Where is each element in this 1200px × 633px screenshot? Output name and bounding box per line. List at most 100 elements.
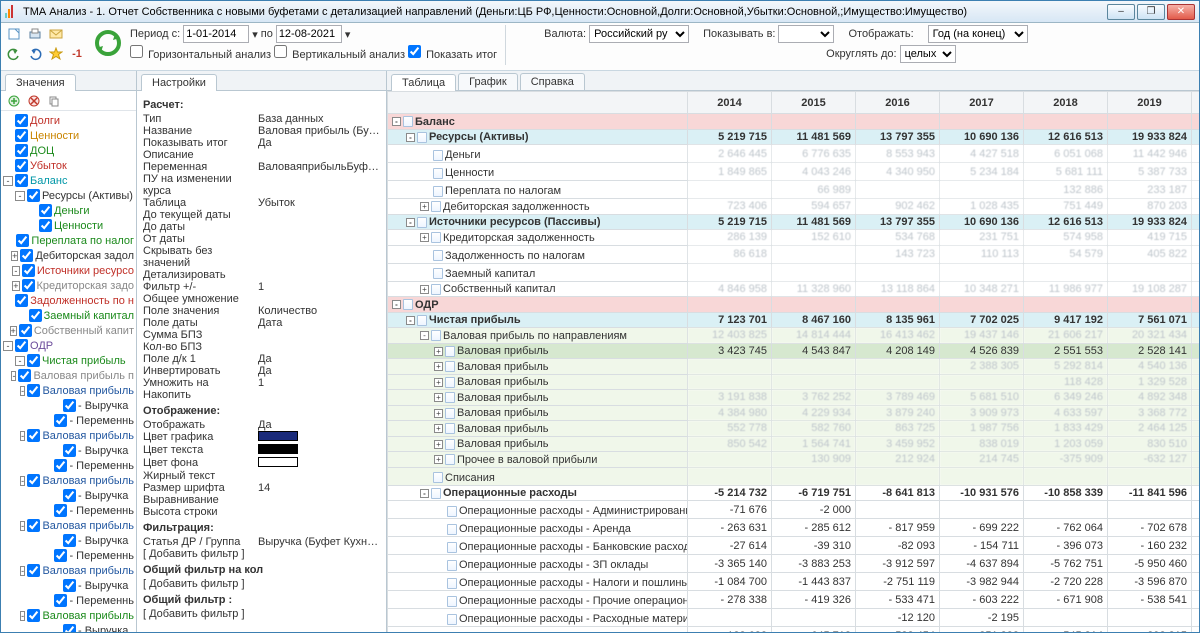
table-row[interactable]: Операционные расходы - Налоги и пошлины-… [388, 573, 1200, 591]
horizontal-analysis-checkbox[interactable]: Горизонтальный анализ [130, 45, 271, 61]
date-to-input[interactable] [276, 25, 342, 43]
prop-row[interactable]: Жирный текст [143, 470, 380, 482]
tree-node[interactable]: - Переменнь [3, 503, 134, 518]
tree-checkbox[interactable] [54, 504, 67, 517]
tree-node[interactable]: +Собственный капит [3, 323, 134, 338]
prop-row[interactable]: От даты [143, 233, 380, 245]
tree-node[interactable]: - Выручка [3, 623, 134, 632]
display-select[interactable]: Год (на конец) [928, 25, 1028, 43]
table-row[interactable]: Операционные расходы - Расходы на ПО- 12… [388, 627, 1200, 633]
date-from-input[interactable] [183, 25, 249, 43]
table-row[interactable]: -Ресурсы (Активы)5 219 71511 481 56913 7… [388, 129, 1200, 145]
properties-list[interactable]: Расчет:ТипБаза данныхНазваниеВаловая при… [137, 91, 386, 632]
tree-checkbox[interactable] [15, 114, 28, 127]
tree-node[interactable]: +Дебиторская задол [3, 248, 134, 263]
expander-icon[interactable]: + [11, 251, 18, 261]
tree-node[interactable]: - Переменнь [3, 548, 134, 563]
col-header[interactable] [388, 92, 688, 114]
expander-icon[interactable]: + [434, 409, 443, 418]
tree-node[interactable]: Заемный капитал [3, 308, 134, 323]
tree-node[interactable]: Переплата по налог [3, 233, 134, 248]
remove-icon[interactable] [25, 92, 43, 110]
table-row[interactable]: Списания [388, 467, 1200, 485]
expander-icon[interactable]: + [434, 347, 443, 356]
prop-row[interactable]: [ Добавить фильтр ] [143, 608, 380, 620]
currency-select[interactable]: Российский ру [589, 25, 689, 43]
expander-icon[interactable]: - [15, 356, 25, 366]
prop-row[interactable]: ИнвертироватьДа [143, 365, 380, 377]
prop-row[interactable]: НазваниеВаловая прибыль (Буфет кухни) [143, 125, 380, 137]
show-in-select[interactable] [778, 25, 834, 43]
tree-checkbox[interactable] [63, 444, 76, 457]
prop-row[interactable]: Цвет графика [143, 431, 380, 444]
refresh-icon[interactable] [90, 25, 126, 61]
tree-checkbox[interactable] [15, 129, 28, 142]
minimize-button[interactable]: – [1107, 4, 1135, 20]
prop-row[interactable]: Накопить [143, 389, 380, 401]
undo-icon[interactable] [5, 45, 23, 63]
tree-node[interactable]: -Валовая прибыль [3, 563, 134, 578]
prop-row[interactable]: Показывать итогДа [143, 137, 380, 149]
prop-row[interactable]: До текущей даты [143, 209, 380, 221]
prop-row[interactable]: ОтображатьДа [143, 419, 380, 431]
redo-icon[interactable] [26, 45, 44, 63]
table-row[interactable]: Операционные расходы - Аренда- 263 631- … [388, 519, 1200, 537]
expander-icon[interactable]: - [420, 489, 429, 498]
expander-icon[interactable]: - [20, 431, 26, 441]
tree-node[interactable]: -Валовая прибыль [3, 383, 134, 398]
expander-icon[interactable]: + [434, 362, 443, 371]
tree-checkbox[interactable] [54, 549, 67, 562]
prop-row[interactable]: Поле д/к 1Да [143, 353, 380, 365]
expander-icon[interactable]: - [3, 341, 13, 351]
table-row[interactable]: Ценности1 849 8654 043 2464 340 9505 234… [388, 163, 1200, 181]
tree-node[interactable]: -Валовая прибыль [3, 473, 134, 488]
table-row[interactable]: +Собственный капитал4 846 95811 328 9601… [388, 281, 1200, 297]
expander-icon[interactable]: - [12, 266, 20, 276]
table-row[interactable]: +Кредиторская задолженность286 139152 61… [388, 230, 1200, 246]
tree-node[interactable]: -ОДР [3, 338, 134, 353]
tree-checkbox[interactable] [18, 369, 31, 382]
tree-checkbox[interactable] [63, 489, 76, 502]
tree-node[interactable]: ДОЦ [3, 143, 134, 158]
expander-icon[interactable]: - [420, 331, 429, 340]
prop-row[interactable]: [ Добавить фильтр ] [143, 578, 380, 590]
tree-node[interactable]: Деньги [3, 203, 134, 218]
expander-icon[interactable]: + [434, 455, 443, 464]
tab-таблица[interactable]: Таблица [391, 74, 456, 91]
col-header-year[interactable]: 2014 [688, 92, 772, 114]
tree-checkbox[interactable] [27, 354, 40, 367]
expander-icon[interactable]: - [406, 218, 415, 227]
table-row[interactable]: -Баланс [388, 114, 1200, 130]
tree-node[interactable]: - Выручка [3, 443, 134, 458]
expander-icon[interactable]: + [420, 233, 429, 242]
tree-checkbox[interactable] [27, 609, 40, 622]
tree-checkbox[interactable] [39, 204, 52, 217]
star-icon[interactable] [47, 45, 65, 63]
table-row[interactable]: -Источники ресурсов (Пассивы)5 219 71511… [388, 214, 1200, 230]
table-row[interactable]: Деньги2 646 4456 776 6358 553 9434 427 5… [388, 145, 1200, 163]
data-grid-scroll[interactable]: 201420152016201720182019 -Баланс-Ресурсы… [387, 91, 1199, 632]
expander-icon[interactable]: - [11, 371, 16, 381]
print-icon[interactable] [26, 25, 44, 43]
expander-icon[interactable]: - [20, 566, 26, 576]
expander-icon[interactable]: - [20, 611, 26, 621]
expander-icon[interactable]: - [406, 133, 415, 142]
expander-icon[interactable]: - [20, 386, 26, 396]
expander-icon[interactable]: - [3, 176, 13, 186]
prop-row[interactable]: Поле датыДата [143, 317, 380, 329]
tree-checkbox[interactable] [27, 474, 40, 487]
mail-icon[interactable] [47, 25, 65, 43]
new-icon[interactable] [5, 25, 23, 43]
table-row[interactable]: Задолженность по налогам86 618143 723110… [388, 245, 1200, 263]
round-select[interactable]: целых [900, 45, 956, 63]
table-row[interactable]: Операционные расходы - Прочие операционн… [388, 591, 1200, 609]
tree-node[interactable]: Долги [3, 113, 134, 128]
table-row[interactable]: +Дебиторская задолженность723 406594 657… [388, 199, 1200, 215]
tree-node[interactable]: - Выручка [3, 578, 134, 593]
tree-checkbox[interactable] [27, 429, 40, 442]
tree-node[interactable]: -Валовая прибыль п [3, 368, 134, 383]
expander-icon[interactable]: - [15, 191, 25, 201]
prop-row[interactable]: ПУ на изменении курса [143, 173, 380, 197]
tree-node[interactable]: - Переменнь [3, 593, 134, 608]
expander-icon[interactable]: + [434, 378, 443, 387]
